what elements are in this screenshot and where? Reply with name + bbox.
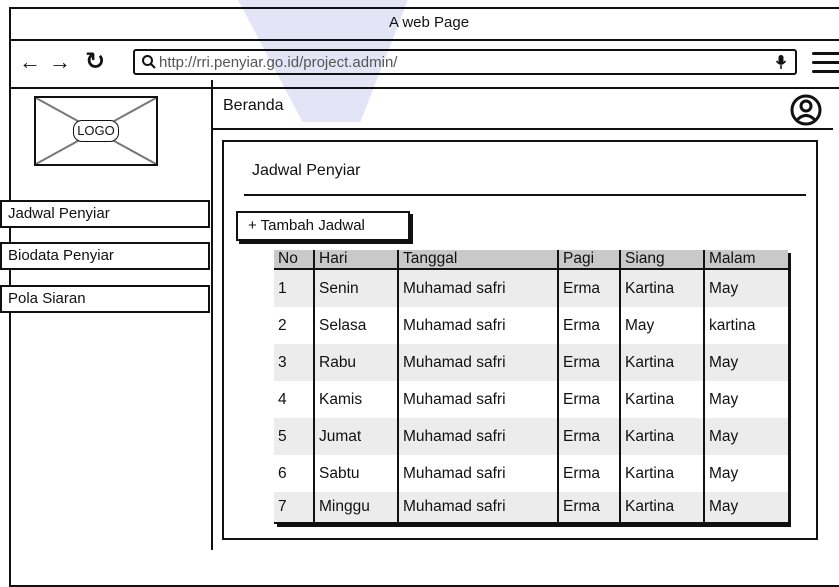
cell-siang: Kartina bbox=[619, 492, 704, 524]
cell-hari: Minggu bbox=[313, 492, 398, 524]
cell-hari: Jumat bbox=[313, 418, 398, 455]
cell-malam: May bbox=[703, 418, 788, 455]
cell-siang: Kartina bbox=[619, 418, 704, 455]
cell-no: 4 bbox=[278, 390, 287, 408]
cell-malam: May bbox=[703, 381, 788, 418]
sidebar-item-biodata-penyiar[interactable]: Biodata Penyiar bbox=[0, 242, 210, 270]
menu-icon[interactable] bbox=[812, 52, 839, 79]
cell-no: 3 bbox=[274, 344, 314, 381]
column-header-siang: Siang bbox=[619, 250, 704, 270]
back-arrow-icon[interactable]: ← bbox=[19, 49, 41, 75]
cell-malam: May bbox=[703, 492, 788, 524]
forward-arrow-icon[interactable]: → bbox=[49, 49, 71, 75]
cell-tanggal: Muhamad safri bbox=[397, 269, 558, 307]
cell-tanggal: Muhamad safri bbox=[397, 455, 558, 492]
column-header-pagi: Pagi bbox=[557, 250, 620, 270]
address-bar[interactable]: http://rri.penyiar.go.id/project.admin/ bbox=[133, 49, 797, 75]
table-header-row: No Hari Tanggal Pagi Siang Malam bbox=[274, 250, 788, 270]
table-row[interactable]: 3 Rabu Muhamad safri Erma Kartina May bbox=[274, 344, 788, 381]
cell-tanggal: Muhamad safri bbox=[397, 492, 558, 524]
microphone-icon[interactable] bbox=[775, 54, 787, 70]
cell-tanggal: Muhamad safri bbox=[397, 344, 558, 381]
header-divider bbox=[213, 128, 833, 130]
cell-pagi: Erma bbox=[557, 307, 620, 344]
cell-hari: Sabtu bbox=[313, 455, 398, 492]
cell-pagi: Erma bbox=[557, 418, 620, 455]
column-header-malam: Malam bbox=[703, 250, 788, 270]
window-title: A web Page bbox=[11, 9, 839, 41]
cell-siang: May bbox=[619, 307, 704, 344]
cell-no: 1 bbox=[274, 269, 314, 307]
table-row[interactable]: 2 Selasa Muhamad safri Erma May kartina bbox=[274, 307, 788, 344]
schedule-table: No Hari Tanggal Pagi Siang Malam 1 Senin… bbox=[274, 250, 788, 524]
logo-label: LOGO bbox=[73, 120, 119, 142]
cell-malam: May bbox=[703, 344, 788, 381]
table-row[interactable]: 4 Kamis Muhamad safri Erma Kartina May bbox=[274, 381, 788, 418]
sidebar-item-jadwal-penyiar[interactable]: Jadwal Penyiar bbox=[0, 200, 210, 228]
table-row[interactable]: 6 Sabtu Muhamad safri Erma Kartina May bbox=[274, 455, 788, 492]
cell-no: 7 bbox=[274, 492, 314, 524]
cell-malam: kartina bbox=[703, 307, 788, 344]
cell-siang: Kartina bbox=[619, 269, 704, 307]
cell-no: 2 bbox=[278, 316, 287, 334]
add-schedule-button[interactable]: + Tambah Jadwal bbox=[236, 211, 410, 241]
cell-pagi: Erma bbox=[557, 381, 620, 418]
cell-no: 5 bbox=[274, 418, 314, 455]
cell-pagi: Erma bbox=[557, 455, 620, 492]
column-header-tanggal: Tanggal bbox=[397, 250, 558, 270]
panel-divider bbox=[244, 194, 806, 196]
column-header-hari: Hari bbox=[313, 250, 398, 270]
cell-siang: Kartina bbox=[619, 455, 704, 492]
table-row[interactable]: 7 Minggu Muhamad safri Erma Kartina May bbox=[274, 492, 788, 524]
cell-tanggal: Muhamad safri bbox=[397, 418, 558, 455]
cell-pagi: Erma bbox=[557, 344, 620, 381]
cell-pagi: Erma bbox=[557, 492, 620, 524]
cell-hari: Rabu bbox=[313, 344, 398, 381]
reload-icon[interactable]: ↻ bbox=[85, 49, 105, 75]
search-icon bbox=[142, 55, 156, 69]
schedule-panel: Jadwal Penyiar + Tambah Jadwal No Hari T… bbox=[222, 140, 818, 540]
cell-tanggal: Muhamad safri bbox=[397, 307, 558, 344]
cell-hari: Selasa bbox=[313, 307, 398, 344]
column-header-no: No bbox=[274, 250, 314, 270]
cell-hari: Senin bbox=[313, 269, 398, 307]
cell-tanggal: Muhamad safri bbox=[397, 381, 558, 418]
browser-navigation-bar: ← → ↻ http://rri.penyiar.go.id/project.a… bbox=[11, 41, 839, 89]
logo-placeholder: LOGO bbox=[34, 96, 158, 166]
cell-siang: Kartina bbox=[619, 344, 704, 381]
page-header-title: Beranda bbox=[223, 97, 284, 114]
table-row[interactable]: 5 Jumat Muhamad safri Erma Kartina May bbox=[274, 418, 788, 455]
sidebar-divider bbox=[211, 80, 213, 550]
cell-no: 6 bbox=[278, 464, 287, 482]
cell-hari: Kamis bbox=[313, 381, 398, 418]
table-row[interactable]: 1 Senin Muhamad safri Erma Kartina May bbox=[274, 269, 788, 307]
cell-malam: May bbox=[703, 455, 788, 492]
address-bar-url: http://rri.penyiar.go.id/project.admin/ bbox=[159, 54, 398, 71]
cell-malam: May bbox=[703, 269, 788, 307]
user-profile-icon[interactable] bbox=[789, 93, 823, 127]
panel-title: Jadwal Penyiar bbox=[252, 162, 361, 179]
cell-siang: Kartina bbox=[619, 381, 704, 418]
sidebar-item-pola-siaran[interactable]: Pola Siaran bbox=[0, 285, 210, 313]
cell-pagi: Erma bbox=[557, 269, 620, 307]
